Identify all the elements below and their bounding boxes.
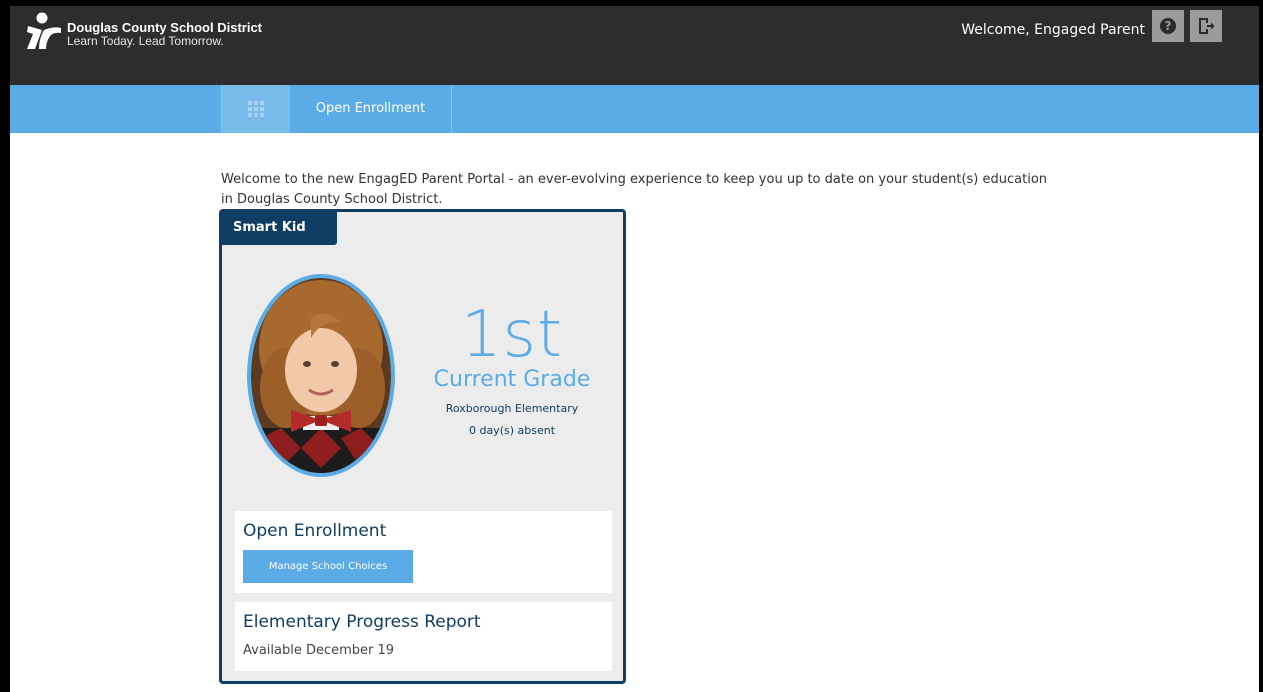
progress-report-title[interactable]: Elementary Progress Report xyxy=(243,610,481,634)
help-icon: ? xyxy=(1160,18,1176,34)
manage-school-choices-button[interactable]: Manage School Choices xyxy=(243,550,413,583)
district-logo[interactable] xyxy=(26,12,62,52)
top-header: Douglas County School District Learn Tod… xyxy=(10,6,1259,85)
app-frame: Douglas County School District Learn Tod… xyxy=(10,6,1259,692)
welcome-message: Welcome, Engaged Parent xyxy=(961,22,1145,38)
apps-menu-button[interactable] xyxy=(221,85,290,133)
progress-report-availability: Available December 19 xyxy=(243,643,395,658)
open-enrollment-title: Open Enrollment xyxy=(243,521,387,541)
progress-report-panel: Elementary Progress Report Available Dec… xyxy=(235,602,612,671)
absence-count: 0 day(s) absent xyxy=(468,424,556,437)
brand-name: Douglas County School District xyxy=(67,20,263,35)
logout-icon xyxy=(1199,18,1215,34)
grade-summary: 1st Current Grade Roxborough Elementary … xyxy=(422,299,602,438)
apps-grid-icon xyxy=(248,101,264,117)
brand-tagline: Learn Today. Lead Tomorrow. xyxy=(67,34,224,48)
current-grade-label: Current Grade xyxy=(433,367,591,392)
intro-text: Welcome to the new EngagED Parent Portal… xyxy=(221,172,1048,207)
student-card: Smart Kid 1st Current Grade Roxborough E… xyxy=(219,209,626,684)
nav-bar: Open Enrollment xyxy=(10,85,1259,133)
school-name: Roxborough Elementary xyxy=(445,402,579,415)
current-grade-value: 1st xyxy=(460,298,564,372)
student-name[interactable]: Smart Kid xyxy=(222,212,337,245)
open-enrollment-panel: Open Enrollment Manage School Choices xyxy=(235,511,612,593)
help-button[interactable]: ? xyxy=(1152,10,1184,42)
student-photo xyxy=(247,274,395,477)
tab-open-enrollment[interactable]: Open Enrollment xyxy=(290,85,452,133)
logout-button[interactable] xyxy=(1190,10,1222,42)
brand: Douglas County School District Learn Tod… xyxy=(67,20,262,48)
